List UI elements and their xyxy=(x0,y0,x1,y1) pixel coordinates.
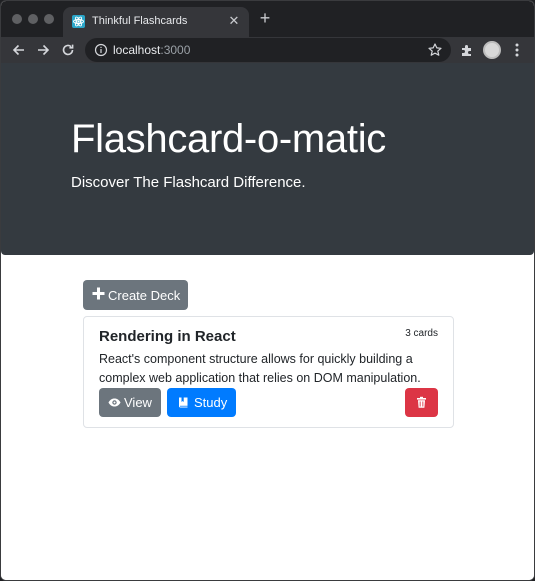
page-subtitle: Discover The Flashcard Difference. xyxy=(71,174,306,191)
browser-toolbar: localhost:3000 xyxy=(1,37,534,63)
url-text: localhost:3000 xyxy=(113,43,190,57)
react-favicon-icon xyxy=(72,15,85,28)
trash-icon xyxy=(415,396,428,409)
window-minimize-dot[interactable] xyxy=(28,14,38,24)
tab-title: Thinkful Flashcards xyxy=(92,15,188,27)
create-deck-label: Create Deck xyxy=(108,288,181,303)
deck-title: Rendering in React xyxy=(99,328,236,345)
extensions-icon[interactable] xyxy=(459,42,475,58)
study-deck-button[interactable]: Study xyxy=(167,388,236,417)
deck-card: Rendering in React 3 cards React's compo… xyxy=(83,316,454,428)
tab-close-icon[interactable]: ✕ xyxy=(227,14,241,28)
study-deck-label: Study xyxy=(194,395,228,410)
forward-icon[interactable] xyxy=(34,41,52,59)
address-bar[interactable]: localhost:3000 xyxy=(85,38,451,62)
browser-tab[interactable]: Thinkful Flashcards ✕ xyxy=(63,7,249,37)
create-deck-button[interactable]: Create Deck xyxy=(83,280,188,310)
eye-icon xyxy=(108,396,121,409)
tab-strip: Thinkful Flashcards ✕ + xyxy=(1,1,534,37)
deck-description: React's component structure allows for q… xyxy=(99,352,421,385)
delete-deck-button[interactable] xyxy=(405,388,438,417)
browser-window: Thinkful Flashcards ✕ + localhost:3000 F… xyxy=(0,0,535,581)
page-content: Flashcard-o-matic Discover The Flashcard… xyxy=(1,63,534,580)
view-deck-button[interactable]: View xyxy=(99,388,161,417)
url-port: :3000 xyxy=(160,43,191,57)
info-icon[interactable] xyxy=(94,43,108,57)
reload-icon[interactable] xyxy=(59,41,77,59)
hero-banner: Flashcard-o-matic Discover The Flashcard… xyxy=(1,63,534,255)
back-icon[interactable] xyxy=(10,41,28,59)
page-title: Flashcard-o-matic xyxy=(71,117,386,161)
plus-icon xyxy=(92,287,105,300)
star-icon[interactable] xyxy=(427,42,443,58)
window-close-dot[interactable] xyxy=(12,14,22,24)
new-tab-icon[interactable]: + xyxy=(257,9,273,27)
view-deck-label: View xyxy=(124,395,152,410)
profile-avatar[interactable] xyxy=(483,41,501,59)
deck-card-count: 3 cards xyxy=(405,328,438,339)
window-zoom-dot[interactable] xyxy=(44,14,54,24)
menu-icon[interactable] xyxy=(509,41,525,59)
url-host: localhost xyxy=(113,43,161,57)
book-icon xyxy=(177,396,190,409)
